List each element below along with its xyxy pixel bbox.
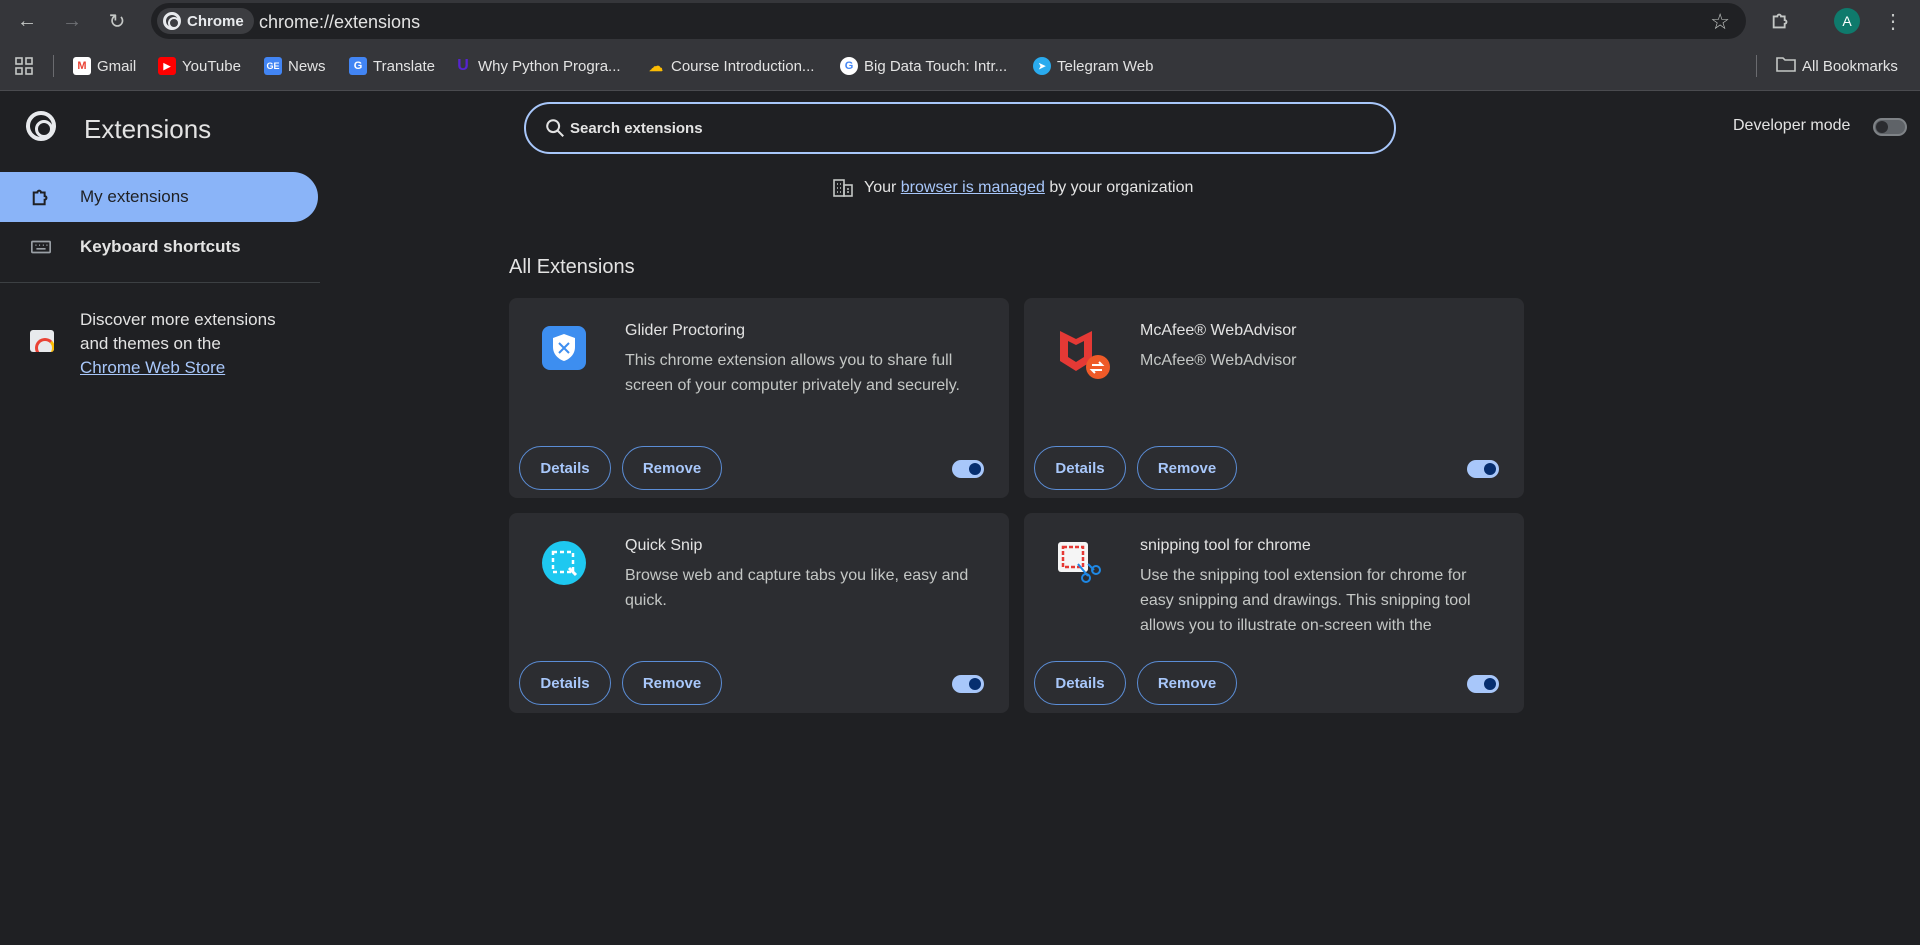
bookmark-translate[interactable]: G Translate <box>349 55 435 77</box>
bookmark-label: YouTube <box>182 57 241 75</box>
profile-avatar[interactable]: A <box>1834 8 1860 34</box>
details-button[interactable]: Details <box>519 446 611 490</box>
gmail-icon: M <box>73 57 91 75</box>
developer-mode-toggle[interactable] <box>1873 118 1907 136</box>
all-bookmarks-button[interactable]: All Bookmarks <box>1776 55 1898 77</box>
section-title: All Extensions <box>509 256 635 278</box>
details-button[interactable]: Details <box>519 661 611 705</box>
bookmark-course-introduction[interactable]: ☁ Course Introduction... <box>647 55 814 77</box>
extension-enable-toggle[interactable] <box>1467 675 1499 693</box>
managed-prefix: Your <box>864 179 897 196</box>
bookmark-separator <box>1756 55 1757 77</box>
bookmark-news[interactable]: GE News <box>264 55 326 77</box>
extension-card-quick-snip: Quick Snip Browse web and capture tabs y… <box>509 513 1009 713</box>
glider-proctoring-icon <box>541 325 587 371</box>
extensions-puzzle-icon[interactable] <box>1766 6 1796 36</box>
bookmark-telegram[interactable]: ➤ Telegram Web <box>1033 55 1153 77</box>
keyboard-icon <box>31 240 51 254</box>
sidebar-item-keyboard-shortcuts[interactable]: Keyboard shortcuts <box>0 222 318 272</box>
extension-card-snipping-tool: snipping tool for chrome Use the snippin… <box>1024 513 1524 713</box>
extension-enable-toggle[interactable] <box>952 675 984 693</box>
bookmark-label: Why Python Progra... <box>478 57 621 75</box>
sidebar-item-my-extensions[interactable]: My extensions <box>0 172 318 222</box>
extension-name: McAfee® WebAdvisor <box>1140 322 1297 339</box>
bookmark-star-icon[interactable]: ☆ <box>1710 9 1730 35</box>
discover-text: Discover more extensions and themes on t… <box>80 308 300 380</box>
chrome-logo-icon <box>163 12 181 30</box>
details-button[interactable]: Details <box>1034 661 1126 705</box>
chrome-logo-icon <box>26 111 56 141</box>
remove-button[interactable]: Remove <box>622 446 722 490</box>
extension-description: This chrome extension allows you to shar… <box>625 352 960 394</box>
extension-card-glider-proctoring: Glider Proctoring This chrome extension … <box>509 298 1009 498</box>
site-chip[interactable]: Chrome <box>157 8 254 34</box>
snipping-tool-icon <box>1056 540 1102 586</box>
bookmark-big-data[interactable]: G Big Data Touch: Intr... <box>840 55 1007 77</box>
search-input[interactable] <box>570 116 1270 140</box>
extension-name: Glider Proctoring <box>625 322 746 339</box>
developer-mode-label: Developer mode <box>1733 117 1851 134</box>
extension-enable-toggle[interactable] <box>952 460 984 478</box>
forward-icon[interactable]: → <box>57 6 87 36</box>
chrome-web-store-link[interactable]: Chrome Web Store <box>80 358 225 377</box>
google-icon: G <box>840 57 858 75</box>
mcafee-icon <box>1056 325 1110 379</box>
chrome-web-store-icon <box>30 330 54 352</box>
extension-description: Browse web and capture tabs you like, ea… <box>625 567 969 609</box>
extension-name: Quick Snip <box>625 537 703 554</box>
sidebar-item-label: Keyboard shortcuts <box>80 237 241 256</box>
bookmark-youtube[interactable]: ▶ YouTube <box>158 55 241 77</box>
extension-description: Use the snipping tool extension for chro… <box>1140 567 1471 634</box>
news-icon: GE <box>264 57 282 75</box>
extension-card-mcafee-webadvisor: McAfee® WebAdvisor McAfee® WebAdvisor De… <box>1024 298 1524 498</box>
site-chip-label: Chrome <box>187 12 244 30</box>
discover-label: Discover more extensions and themes on t… <box>80 310 276 353</box>
bookmark-why-python[interactable]: U Why Python Progra... <box>454 55 621 77</box>
extension-enable-toggle[interactable] <box>1467 460 1499 478</box>
reload-icon[interactable]: ↻ <box>102 6 132 36</box>
back-icon[interactable]: ← <box>12 6 42 36</box>
extension-description: McAfee® WebAdvisor <box>1140 352 1297 369</box>
telegram-icon: ➤ <box>1033 57 1051 75</box>
browser-managed-link[interactable]: browser is managed <box>901 179 1045 196</box>
bookmark-label: Translate <box>373 57 435 75</box>
browser-toolbar: ← → ↻ Chrome chrome://extensions ☆ A ⋮ <box>0 0 1920 41</box>
bookmark-label: News <box>288 57 326 75</box>
bookmark-gmail[interactable]: M Gmail <box>73 55 136 77</box>
remove-button[interactable]: Remove <box>1137 661 1237 705</box>
managed-notice: Your browser is managed by your organiza… <box>832 178 1193 198</box>
puzzle-icon <box>32 189 48 206</box>
quick-snip-icon <box>541 540 587 586</box>
translate-icon: G <box>349 57 367 75</box>
sidebar-divider <box>0 282 320 283</box>
url-text[interactable]: chrome://extensions <box>259 12 420 33</box>
all-bookmarks-label: All Bookmarks <box>1802 57 1898 75</box>
sidebar-item-label: My extensions <box>80 187 189 206</box>
bookmark-separator <box>53 55 54 77</box>
details-button[interactable]: Details <box>1034 446 1126 490</box>
udemy-icon: U <box>457 57 469 74</box>
extension-name: snipping tool for chrome <box>1140 537 1311 554</box>
page-title: Extensions <box>84 114 212 144</box>
remove-button[interactable]: Remove <box>1137 446 1237 490</box>
bookmark-label: Telegram Web <box>1057 57 1154 75</box>
search-box[interactable] <box>524 102 1396 154</box>
bookmark-label: Gmail <box>97 57 137 75</box>
youtube-icon: ▶ <box>158 57 176 75</box>
address-bar[interactable]: Chrome chrome://extensions ☆ <box>151 3 1746 39</box>
managed-suffix: by your organization <box>1049 179 1194 196</box>
search-icon <box>546 119 564 137</box>
remove-button[interactable]: Remove <box>622 661 722 705</box>
building-icon <box>833 179 853 197</box>
menu-kebab-icon[interactable]: ⋮ <box>1878 6 1908 36</box>
bookmark-label: Big Data Touch: Intr... <box>864 57 1008 75</box>
bookmarks-bar: M Gmail ▶ YouTube GE News G Translate U … <box>0 41 1920 91</box>
bookmark-label: Course Introduction... <box>671 57 815 75</box>
folder-icon <box>1776 55 1796 77</box>
apps-grid-icon[interactable] <box>14 55 34 77</box>
google-cloud-icon: ☁ <box>649 57 663 74</box>
